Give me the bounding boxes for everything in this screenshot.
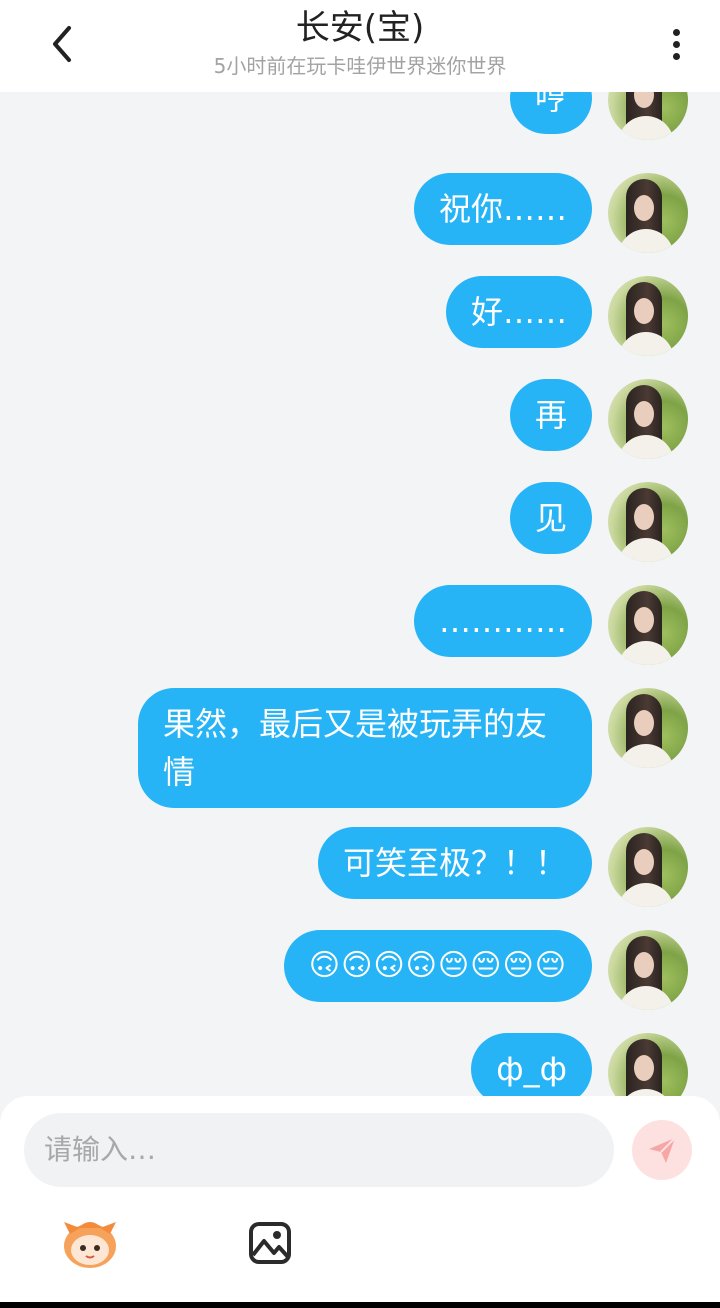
message-bubble[interactable]: 再 — [509, 379, 592, 451]
message-bubble[interactable]: 哼 — [509, 92, 592, 134]
send-button[interactable] — [632, 1120, 692, 1180]
more-options-button[interactable] — [656, 22, 696, 66]
image-button[interactable] — [248, 1221, 292, 1269]
message-bubble[interactable]: 果然，最后又是被玩弄的友情 — [138, 688, 592, 808]
message-bubble[interactable]: ф_ф — [471, 1033, 592, 1098]
chat-header: 长安(宝) 5小时前在玩卡哇伊世界迷你世界 — [0, 0, 720, 92]
avatar[interactable] — [608, 688, 688, 768]
avatar[interactable] — [608, 276, 688, 356]
mascot-sticker-icon — [64, 1222, 116, 1268]
avatar[interactable] — [608, 92, 688, 140]
message-bubble[interactable]: 见 — [509, 482, 592, 554]
message-list[interactable]: 哼 祝你…… 好…… 再 见 ………… 果然，最后又是被玩弄的友情 可笑至极？！… — [0, 92, 720, 1098]
message-input[interactable]: 请输入… — [24, 1113, 614, 1187]
message-bubble[interactable]: 祝你…… — [413, 173, 592, 245]
image-icon — [249, 1222, 291, 1264]
message-bubble[interactable]: 好…… — [445, 276, 592, 348]
avatar[interactable] — [608, 930, 688, 1010]
send-icon — [649, 1137, 676, 1163]
system-nav-bar — [0, 1302, 720, 1308]
avatar[interactable] — [608, 585, 688, 665]
input-panel: 请输入… — [0, 1096, 720, 1308]
avatar[interactable] — [608, 827, 688, 907]
avatar[interactable] — [608, 173, 688, 253]
chat-title: 长安(宝) — [295, 8, 425, 48]
message-bubble[interactable]: ………… — [414, 585, 592, 657]
sticker-button[interactable] — [60, 1216, 120, 1276]
avatar[interactable] — [608, 1033, 688, 1098]
chat-status: 5小时前在玩卡哇伊世界迷你世界 — [213, 54, 507, 78]
avatar[interactable] — [608, 379, 688, 459]
message-bubble[interactable]: 🙃🙃🙃🙃😔😔😔😔 — [283, 930, 592, 1002]
more-vertical-icon — [672, 28, 680, 36]
message-bubble[interactable]: 可笑至极？！！ — [317, 827, 592, 899]
avatar[interactable] — [608, 482, 688, 562]
